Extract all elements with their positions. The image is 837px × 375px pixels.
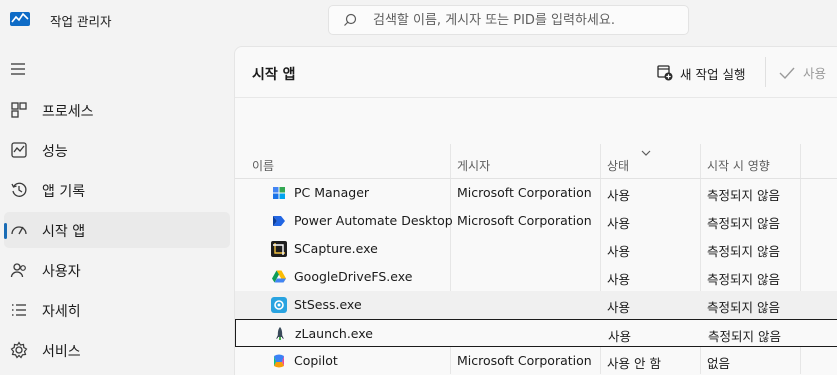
startup-impact: 측정되지 않음	[707, 244, 780, 259]
app-name: Power Automate Desktop	[294, 213, 453, 228]
run-new-task-icon	[657, 65, 673, 81]
zlaunch-icon	[276, 327, 284, 340]
startup-impact: 측정되지 않음	[707, 300, 780, 315]
column-header-name[interactable]: 이름	[252, 157, 274, 174]
column-header-startup-impact[interactable]: 시작 시 영향	[707, 157, 770, 174]
title-bar: 작업 관리자	[0, 0, 837, 40]
app-history-icon	[11, 182, 27, 197]
publisher: Microsoft Corporation	[457, 213, 592, 228]
sidebar-item-label: 성능	[42, 144, 68, 160]
sort-chevron-down-icon	[641, 150, 651, 156]
startup-impact: 측정되지 않음	[707, 272, 780, 287]
toolbar-divider	[765, 57, 766, 87]
app-name: Copilot	[294, 353, 338, 368]
table-row[interactable]: SCapture.exe 사용 측정되지 않음	[235, 235, 837, 263]
table-row[interactable]: PC Manager Microsoft Corporation 사용 측정되지…	[235, 179, 837, 207]
app-title: 작업 관리자	[50, 14, 112, 29]
sidebar-item-label: 사용자	[42, 264, 81, 280]
search-icon	[344, 13, 357, 26]
sidebar-item-startup-apps[interactable]: 시작 앱	[4, 212, 230, 248]
sidebar-item-label: 시작 앱	[42, 224, 86, 240]
processes-icon	[11, 102, 27, 118]
sidebar: 프로세스 성능 앱 기록 시작 앱 사용자 자세히 서비스	[0, 40, 234, 375]
sidebar-item-app-history[interactable]: 앱 기록	[4, 172, 230, 208]
sidebar-item-processes[interactable]: 프로세스	[4, 92, 230, 128]
sidebar-item-label: 프로세스	[42, 104, 94, 120]
table-row[interactable]: Copilot Microsoft Corporation 사용 안 함 없음	[235, 347, 837, 375]
status: 사용	[607, 300, 631, 315]
task-manager-logo-icon	[10, 12, 30, 26]
page-title: 시작 앱	[252, 67, 296, 83]
startup-impact: 측정되지 않음	[708, 329, 781, 344]
enable-label: 사용	[803, 66, 827, 81]
startup-impact: 측정되지 않음	[707, 188, 780, 203]
sidebar-item-services[interactable]: 서비스	[4, 332, 230, 368]
status: 사용	[608, 329, 632, 344]
sidebar-item-details[interactable]: 자세히	[4, 292, 230, 328]
status: 사용	[607, 216, 631, 231]
publisher: Microsoft Corporation	[457, 185, 592, 200]
table-row[interactable]: StSess.exe 사용 측정되지 않음	[235, 291, 837, 319]
active-indicator	[4, 223, 7, 239]
sidebar-item-label: 앱 기록	[42, 184, 86, 200]
copilot-icon	[274, 354, 284, 368]
startup-impact: 없음	[707, 356, 731, 371]
sidebar-item-label: 자세히	[42, 304, 81, 320]
app-name: PC Manager	[294, 185, 370, 200]
details-icon	[12, 304, 26, 316]
sidebar-item-performance[interactable]: 성능	[4, 132, 230, 168]
publisher: Microsoft Corporation	[457, 353, 592, 368]
services-icon	[10, 341, 28, 359]
table-row-selected[interactable]: zLaunch.exe 사용 측정되지 않음	[235, 319, 837, 347]
app-name: SCapture.exe	[294, 241, 378, 256]
table-row[interactable]: Power Automate Desktop Microsoft Corpora…	[235, 207, 837, 235]
sidebar-item-users[interactable]: 사용자	[4, 252, 230, 288]
column-header-status[interactable]: 상태	[607, 157, 629, 174]
sidebar-item-label: 서비스	[42, 344, 81, 360]
app-name: zLaunch.exe	[295, 326, 373, 341]
search-box[interactable]	[328, 5, 689, 35]
app-name: StSess.exe	[294, 297, 362, 312]
app-name: GoogleDriveFS.exe	[294, 269, 413, 284]
status: 사용	[607, 188, 631, 203]
run-new-task-button[interactable]: 새 작업 실행	[657, 63, 745, 83]
google-drive-icon	[272, 270, 286, 283]
performance-icon	[11, 142, 27, 158]
checkmark-icon	[779, 67, 795, 79]
toolbar-bottom-divider	[235, 97, 837, 98]
column-header-publisher[interactable]: 게시자	[457, 157, 490, 174]
status: 사용 안 함	[607, 356, 661, 371]
startup-impact: 측정되지 않음	[707, 216, 780, 231]
hamburger-menu-icon[interactable]	[10, 62, 26, 76]
stsess-icon	[271, 297, 287, 313]
scapture-icon	[271, 241, 287, 257]
table-row[interactable]: GoogleDriveFS.exe 사용 측정되지 않음	[235, 263, 837, 291]
main-panel: 시작 앱 새 작업 실행 사용 이름 게시자 상태 시작 시 영향 PC Man…	[234, 46, 837, 375]
users-icon	[10, 263, 26, 278]
startup-apps-icon	[11, 226, 27, 235]
run-new-task-label: 새 작업 실행	[680, 66, 746, 82]
power-automate-icon	[273, 216, 285, 226]
pc-manager-icon	[273, 187, 285, 199]
enable-button[interactable]: 사용	[779, 63, 826, 82]
status: 사용	[607, 272, 631, 287]
search-input[interactable]	[373, 11, 673, 29]
status: 사용	[607, 244, 631, 259]
